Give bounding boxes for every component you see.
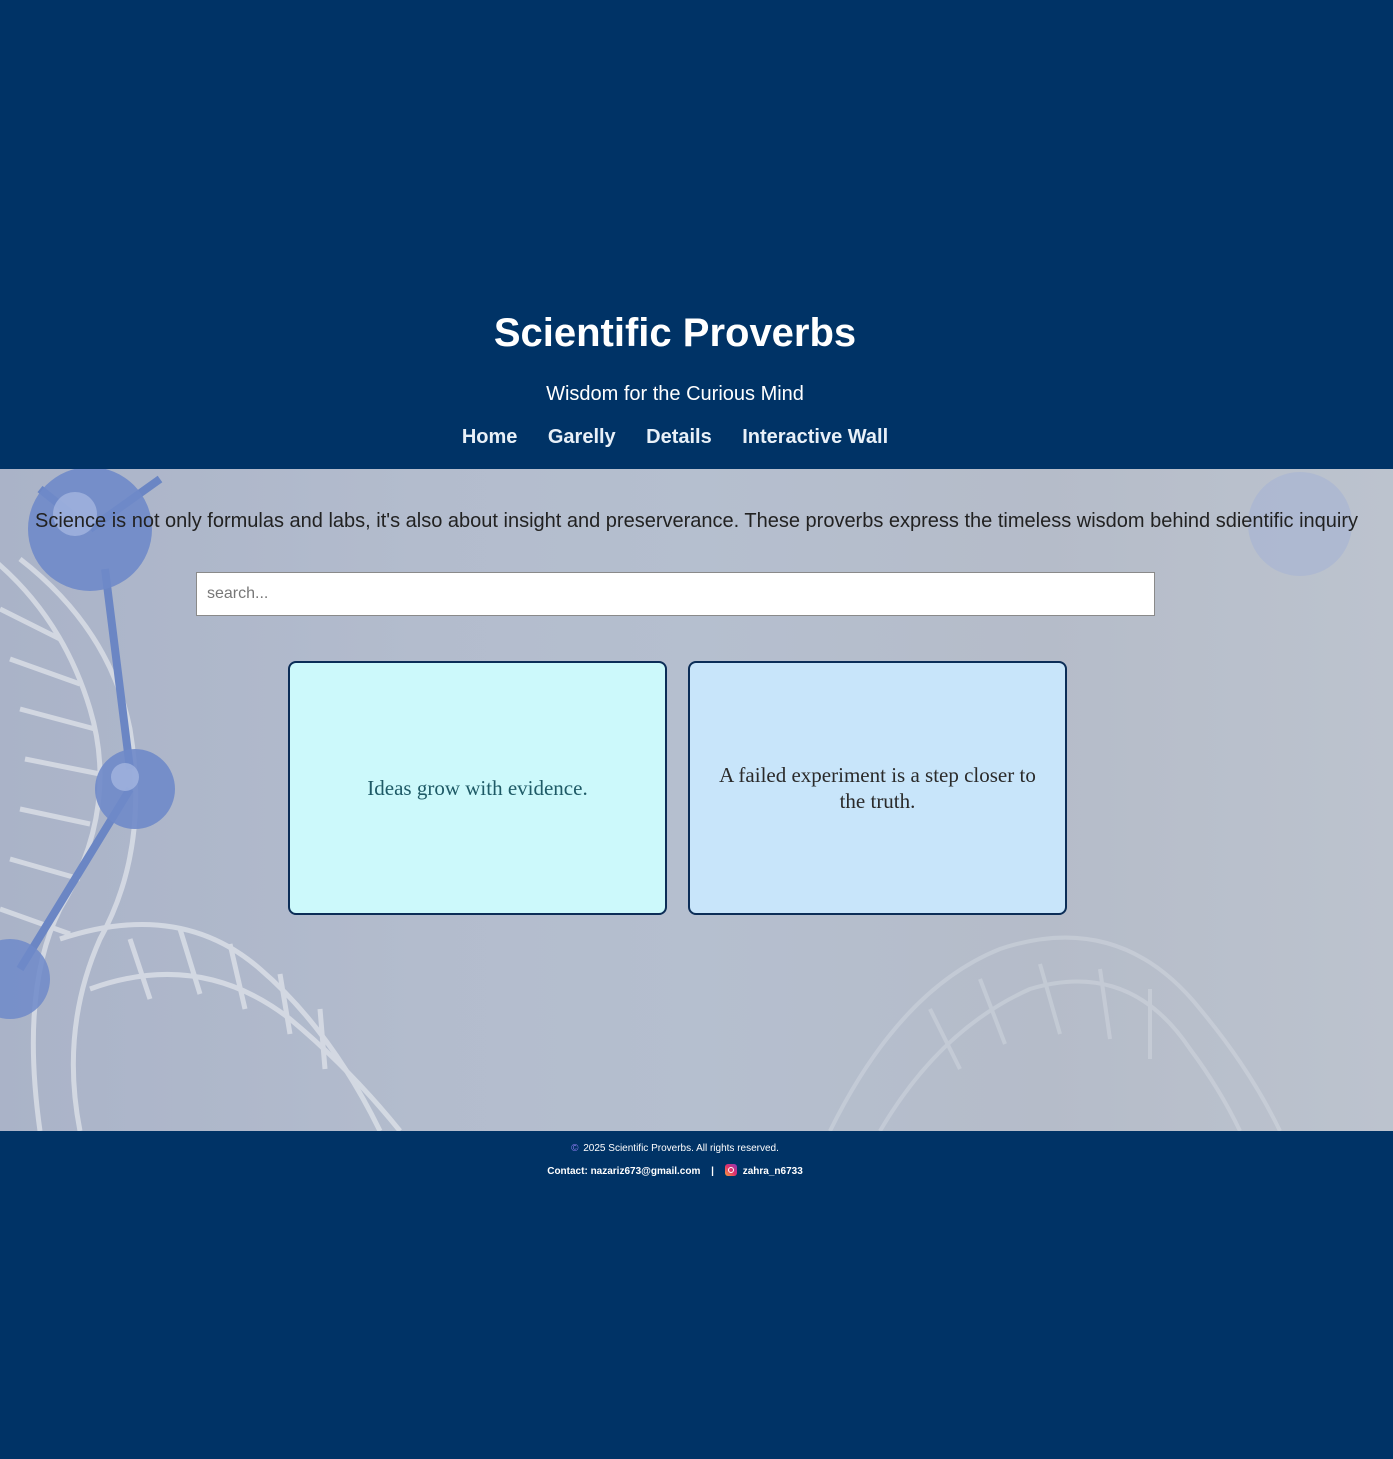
nav-gallery[interactable]: Garelly <box>548 423 616 451</box>
instagram-icon <box>724 1164 737 1176</box>
proverb-card[interactable]: A failed experiment is a step closer to … <box>688 661 1067 915</box>
separator: | <box>711 1166 714 1177</box>
site-header: Scientific Proverbs Wisdom for the Curio… <box>0 0 1393 469</box>
proverb-text: A failed experiment is a step closer to … <box>719 763 1036 813</box>
contact-label: Contact: <box>547 1166 588 1177</box>
proverb-card[interactable]: Ideas grow with evidence. <box>288 661 667 915</box>
intro-text: Science is not only formulas and labs, i… <box>34 510 1359 532</box>
site-title: Scientific Proverbs <box>493 311 857 355</box>
main-nav: Home Garelly Details Interactive Wall <box>0 423 1350 451</box>
search-input[interactable] <box>196 572 1155 616</box>
site-tagline: Wisdom for the Curious Mind <box>546 383 804 405</box>
instagram-link[interactable]: zahra_n6733 <box>743 1166 803 1177</box>
copyright-line: © 2025 Scientific Proverbs. All rights r… <box>0 1142 1350 1156</box>
nav-interactive-wall[interactable]: Interactive Wall <box>742 423 888 451</box>
main-content: Science is not only formulas and labs, i… <box>0 469 1393 1131</box>
site-footer: © 2025 Scientific Proverbs. All rights r… <box>0 1131 1393 1459</box>
email-link[interactable]: nazariz673@gmail.com <box>591 1166 701 1177</box>
proverb-text: Ideas grow with evidence. <box>367 776 588 800</box>
copyright-icon: © <box>571 1143 579 1154</box>
contact-line: Contact: nazariz673@gmail.com | zahra_n6… <box>0 1164 1350 1179</box>
nav-home[interactable]: Home <box>462 423 518 451</box>
copyright-text: 2025 Scientific Proverbs. All rights res… <box>583 1143 779 1154</box>
nav-details[interactable]: Details <box>646 423 712 451</box>
